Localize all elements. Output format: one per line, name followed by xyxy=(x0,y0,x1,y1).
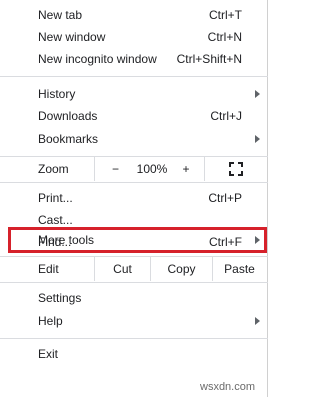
paste-button[interactable]: Paste xyxy=(212,257,266,281)
new-window-shortcut: Ctrl+N xyxy=(207,30,242,44)
zoom-row: Zoom − 100% + xyxy=(0,157,266,181)
downloads-shortcut: Ctrl+J xyxy=(210,109,242,123)
new-window-label: New window xyxy=(38,30,106,44)
submenu-arrow-icon xyxy=(255,135,260,143)
separator xyxy=(0,282,268,283)
separator xyxy=(0,76,268,77)
menu-item-downloads[interactable]: Downloads Ctrl+J xyxy=(0,105,266,127)
submenu-arrow-icon xyxy=(255,317,260,325)
edit-row: Edit Cut Copy Paste xyxy=(0,257,266,281)
separator xyxy=(0,182,268,183)
menu-item-help[interactable]: Help xyxy=(0,310,266,332)
cut-label: Cut xyxy=(113,262,132,276)
menu-item-history[interactable]: History xyxy=(0,83,266,105)
menu-item-print[interactable]: Print... Ctrl+P xyxy=(0,187,266,209)
menu-item-cast[interactable]: Cast... xyxy=(0,209,266,231)
separator xyxy=(0,338,268,339)
edit-label: Edit xyxy=(38,262,59,276)
fullscreen-button[interactable] xyxy=(204,157,266,181)
menu-item-exit[interactable]: Exit xyxy=(0,343,266,365)
menu-item-bookmarks[interactable]: Bookmarks xyxy=(0,128,266,150)
menu-item-more-tools[interactable]: More tools xyxy=(0,229,266,251)
menu-item-new-tab[interactable]: New tab Ctrl+T xyxy=(0,4,266,26)
new-tab-shortcut: Ctrl+T xyxy=(209,8,242,22)
exit-label: Exit xyxy=(38,347,59,361)
bookmarks-label: Bookmarks xyxy=(38,132,99,146)
chrome-menu: New tab Ctrl+T New window Ctrl+N New inc… xyxy=(0,0,268,397)
copy-button[interactable]: Copy xyxy=(150,257,212,281)
zoom-in-button[interactable]: + xyxy=(168,157,204,181)
zoom-level: 100% xyxy=(136,157,168,181)
new-incognito-shortcut: Ctrl+Shift+N xyxy=(176,52,242,66)
zoom-plus-glyph: + xyxy=(182,162,190,176)
more-tools-label: More tools xyxy=(38,233,95,247)
cut-button[interactable]: Cut xyxy=(94,257,150,281)
print-label: Print... xyxy=(38,191,73,205)
paste-label: Paste xyxy=(224,262,255,276)
downloads-label: Downloads xyxy=(38,109,98,123)
new-tab-label: New tab xyxy=(38,8,83,22)
menu-item-new-incognito-window[interactable]: New incognito window Ctrl+Shift+N xyxy=(0,48,266,70)
zoom-minus-glyph: − xyxy=(111,162,119,176)
cast-label: Cast... xyxy=(38,213,73,227)
new-incognito-label: New incognito window xyxy=(38,52,157,66)
submenu-arrow-icon xyxy=(255,236,260,244)
watermark-text: wsxdn.com xyxy=(200,381,256,393)
zoom-label: Zoom xyxy=(38,162,69,176)
help-label: Help xyxy=(38,314,63,328)
history-label: History xyxy=(38,87,76,101)
print-shortcut: Ctrl+P xyxy=(208,191,242,205)
fullscreen-icon xyxy=(228,162,243,176)
menu-item-settings[interactable]: Settings xyxy=(0,287,266,309)
settings-label: Settings xyxy=(38,291,82,305)
submenu-arrow-icon xyxy=(255,90,260,98)
zoom-level-value: 100% xyxy=(136,162,168,176)
copy-label: Copy xyxy=(167,262,196,276)
zoom-out-button[interactable]: − xyxy=(94,157,136,181)
menu-item-new-window[interactable]: New window Ctrl+N xyxy=(0,26,266,48)
